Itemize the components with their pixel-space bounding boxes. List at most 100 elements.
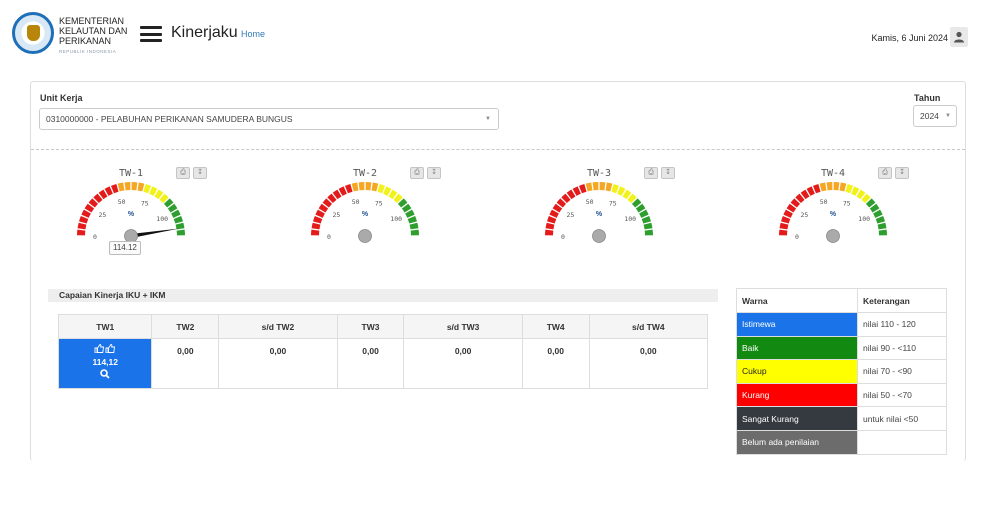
- gauge-tick-label: 75: [375, 200, 383, 208]
- user-menu-button[interactable]: [950, 27, 968, 47]
- org-name: KEMENTERIAN KELAUTAN DAN PERIKANAN REPUB…: [59, 16, 127, 57]
- gauge-segment: [545, 229, 554, 236]
- gauge-unit-label: %: [362, 211, 369, 218]
- gauge-segment: [578, 184, 587, 194]
- legend-color-cell: Istimewa: [736, 312, 858, 337]
- gauge-tick-label: 0: [93, 233, 97, 241]
- capaian-header-cell: s/d TW4: [588, 314, 709, 339]
- gauge-title: TW-2: [352, 168, 378, 179]
- gauge-segment: [137, 182, 145, 192]
- gauge-segment: [547, 215, 557, 224]
- gauge-segment: [377, 184, 386, 194]
- gauge-segment: [311, 222, 321, 230]
- gauge-unit-label: %: [596, 211, 603, 218]
- org-line3: PERIKANAN: [59, 36, 112, 46]
- gauge-segment: [875, 215, 885, 224]
- menu-toggle-icon[interactable]: [140, 26, 162, 42]
- legend-desc-cell: nilai 70 - <90: [857, 359, 947, 384]
- gauge-segment: [819, 182, 827, 192]
- print-icon[interactable]: ⎙: [176, 167, 190, 179]
- gauge-segment: [117, 182, 125, 192]
- gauge-segment: [781, 215, 791, 224]
- legend-row: Kurang nilai 50 - <70: [736, 382, 947, 408]
- download-icon[interactable]: ↧: [193, 167, 207, 179]
- capaian-header-cell: s/d TW3: [403, 314, 523, 339]
- gauge-segment: [839, 182, 847, 192]
- gauge-tick-label: 0: [561, 233, 565, 241]
- gauge-hub: [826, 229, 840, 243]
- caret-down-icon: ▼: [485, 116, 491, 122]
- unit-kerja-select[interactable]: 0310000000 - PELABUHAN PERIKANAN SAMUDER…: [39, 108, 499, 130]
- breadcrumb-home-link[interactable]: Home: [241, 29, 265, 39]
- legend-color-cell: Cukup: [736, 359, 858, 384]
- gauge-tw2: 0 25 50 75 100% TW-2 ⎙ ↧: [306, 166, 466, 266]
- gauge-title: TW-3: [586, 168, 612, 179]
- gauge-segment: [779, 229, 788, 236]
- legend-row: Belum ada penilaian: [736, 429, 947, 455]
- legend-header-color: Warna: [736, 288, 858, 313]
- gauge-value: 114.12: [109, 241, 141, 255]
- gauge-segment: [833, 182, 840, 191]
- gauge-segment: [110, 184, 119, 194]
- gauge-unit-label: %: [128, 211, 135, 218]
- gauge-segment: [585, 182, 593, 192]
- download-icon[interactable]: ↧: [661, 167, 675, 179]
- print-icon[interactable]: ⎙: [410, 167, 424, 179]
- unit-kerja-value: 0310000000 - PELABUHAN PERIKANAN SAMUDER…: [46, 114, 293, 124]
- thumbs-up-icon: [94, 344, 116, 355]
- capaian-tw1-cell[interactable]: 114,12: [57, 338, 153, 389]
- gauge-tick-label: 25: [99, 211, 107, 219]
- capaian-header-cell: TW3: [336, 314, 405, 339]
- gauge-segment: [79, 215, 89, 224]
- gauge-hub: [358, 229, 372, 243]
- capaian-value-cell: 0,00: [151, 338, 220, 389]
- legend-desc-cell: [857, 429, 947, 455]
- gauge-title: TW-4: [820, 168, 846, 179]
- gauge-title: TW-1: [118, 168, 144, 179]
- legend-header-desc: Keterangan: [857, 288, 947, 313]
- app-title: Kinerjaku: [171, 24, 238, 41]
- tahun-select[interactable]: 2024 ▼: [913, 105, 957, 127]
- gauge-tick-label: 100: [390, 215, 402, 223]
- gauge-tw4: 0 25 50 75 100% TW-4 ⎙ ↧: [774, 166, 934, 266]
- gauge-segment: [407, 215, 417, 224]
- gauge-segment: [77, 229, 86, 236]
- gauge-segment: [826, 182, 833, 191]
- gauge-segment: [545, 222, 555, 230]
- download-icon[interactable]: ↧: [427, 167, 441, 179]
- gauge-segment: [878, 229, 887, 236]
- legend-row: Baik nilai 90 - <110: [736, 335, 947, 361]
- search-icon[interactable]: [100, 369, 110, 381]
- gauge-tick-label: 0: [327, 233, 331, 241]
- capaian-table: TW1 TW2 s/d TW2 TW3 s/d TW3 TW4 s/d TW4 114,12…: [57, 314, 709, 389]
- gauge-segment: [410, 229, 419, 236]
- gauge-segment: [592, 182, 599, 191]
- kkp-logo: [12, 12, 54, 54]
- gauge-segment: [311, 229, 320, 236]
- download-icon[interactable]: ↧: [895, 167, 909, 179]
- gauge-tick-label: 0: [795, 233, 799, 241]
- capaian-value-cell: 0,00: [336, 338, 405, 389]
- legend-color-cell: Belum ada penilaian: [736, 429, 858, 455]
- gauge-tick-label: 75: [609, 200, 617, 208]
- gauge-segment: [644, 229, 653, 236]
- org-line1: KEMENTERIAN: [59, 16, 125, 26]
- gauge-tick-label: 50: [118, 198, 126, 206]
- gauge-segment: [176, 229, 185, 236]
- gauge-segment: [131, 182, 138, 191]
- print-icon[interactable]: ⎙: [644, 167, 658, 179]
- gauge-tick-label: 100: [624, 215, 636, 223]
- legend-desc-cell: nilai 110 - 120: [857, 312, 947, 337]
- gauge-tick-label: 100: [858, 215, 870, 223]
- gauge-segment: [358, 182, 365, 191]
- print-icon[interactable]: ⎙: [878, 167, 892, 179]
- gauge-segment: [599, 182, 606, 191]
- section-divider: [31, 149, 965, 150]
- unit-kerja-label: Unit Kerja: [40, 93, 83, 103]
- gauge-segment: [812, 184, 821, 194]
- capaian-value-cell: 0,00: [588, 338, 709, 389]
- gauge-segment: [173, 215, 183, 224]
- gauge-tick-label: 50: [586, 198, 594, 206]
- gauge-tick-label: 100: [156, 215, 168, 223]
- gauge-segment: [643, 222, 653, 230]
